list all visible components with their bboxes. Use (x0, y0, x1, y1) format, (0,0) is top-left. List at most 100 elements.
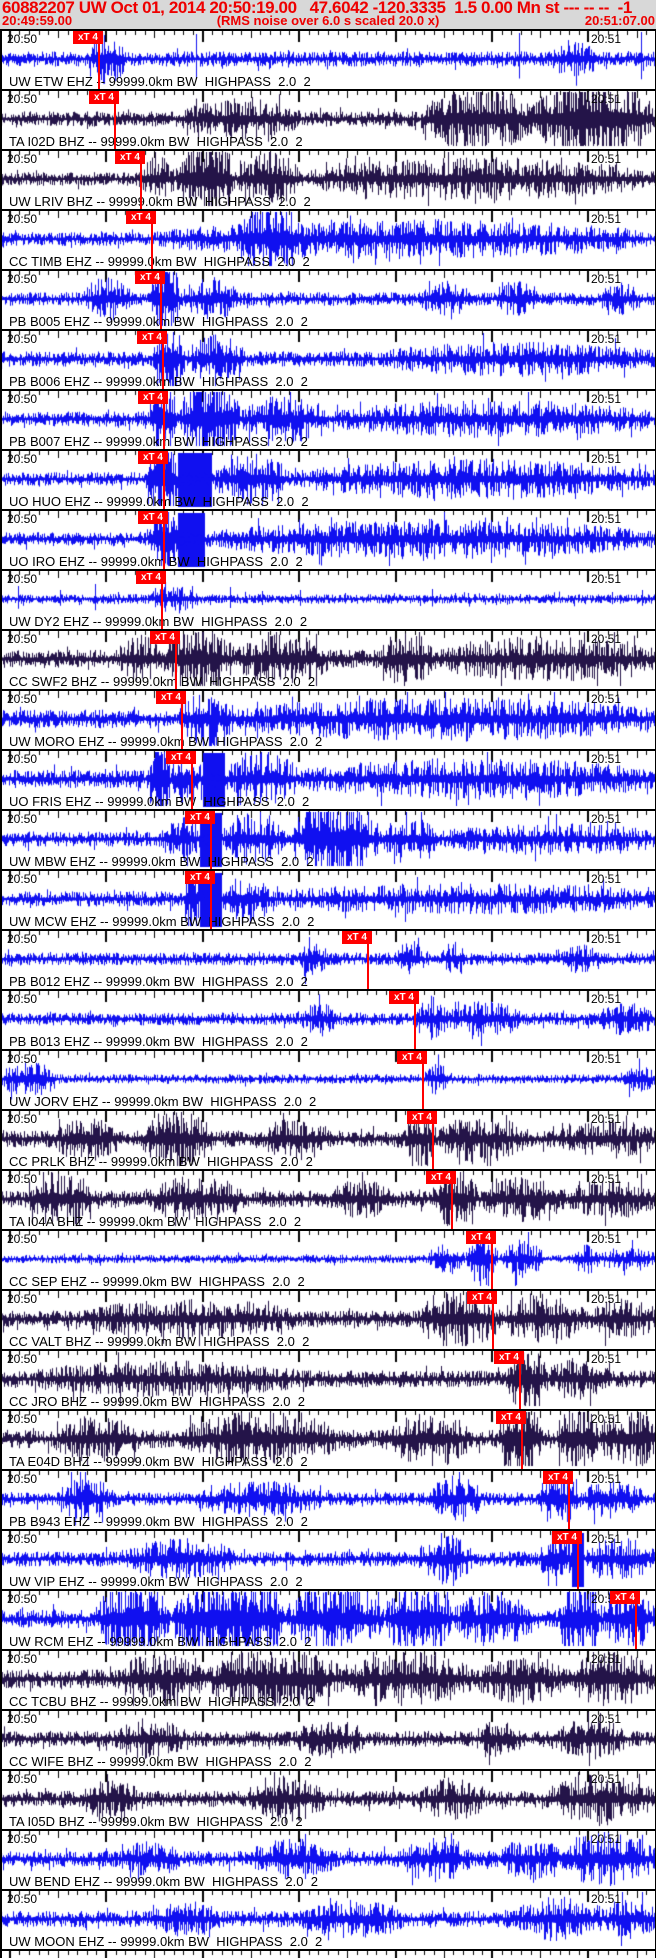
ruler-left-time-label: 20:50 (7, 512, 38, 526)
ruler-right-time-label: 20:51 (591, 1352, 622, 1366)
pick-flag[interactable]: xT 4 (466, 1231, 496, 1244)
trace-panel: 20:50 20:51 CC SEP EHZ -- 99999.0km BW H… (0, 1229, 656, 1289)
trace-panel: 20:50 20:51 UO HUO EHZ -- 99999.0km BW H… (0, 449, 656, 509)
trace-panel: 20:50 20:51 UO IRO EHZ -- 99999.0km BW H… (0, 509, 656, 569)
trace-label: PB B012 EHZ -- 99999.0km BW HIGHPASS 2.0… (9, 974, 308, 989)
ruler-left-time-label: 20:50 (7, 152, 38, 166)
ruler-left-time-label: 20:50 (7, 572, 38, 586)
trace-panel: 20:50 20:51 TA I02D BHZ -- 99999.0km BW … (0, 89, 656, 149)
pick-flag[interactable]: xT 4 (138, 391, 168, 404)
trace-label: CC WIFE BHZ -- 99999.0km BW HIGHPASS 2.0… (9, 1754, 312, 1769)
ruler-left-time-label: 20:50 (7, 812, 38, 826)
trace-label: UW MORO EHZ -- 99999.0km BW HIGHPASS 2.0… (9, 734, 323, 749)
ruler-left-time-label: 20:50 (7, 1052, 38, 1066)
pick-flag[interactable]: xT 4 (89, 91, 119, 104)
ruler-left-time-label: 20:50 (7, 1112, 38, 1126)
trace-panel: 20:50 20:51 CC PRLK BHZ -- 99999.0km BW … (0, 1109, 656, 1169)
ruler-right-time-label: 20:51 (591, 1112, 622, 1126)
trace-panel: 20:50 20:51 UW RCM EHZ -- 99999.0km BW H… (0, 1589, 656, 1649)
trace-label: CC JRO BHZ -- 99999.0km BW HIGHPASS 2.0 … (9, 1394, 305, 1409)
ruler-right-time-label: 20:51 (591, 512, 622, 526)
ruler-left-time-label: 20:50 (7, 1532, 38, 1546)
ruler-left-time-label: 20:50 (7, 992, 38, 1006)
ruler-left-time-label: 20:50 (7, 1652, 38, 1666)
trace-panel: 20:50 20:51 TA I05D BHZ -- 99999.0km BW … (0, 1769, 656, 1829)
ruler-left-time-label: 20:50 (7, 1292, 38, 1306)
trace-panel: 20:50 20:51 CC WIFE BHZ -- 99999.0km BW … (0, 1709, 656, 1769)
trace-label: UW MOON EHZ -- 99999.0km BW HIGHPASS 2.0… (9, 1934, 323, 1949)
trace-panel: 20:50 20:51 PB B943 EHZ -- 99999.0km BW … (0, 1469, 656, 1529)
trace-panel: 20:50 20:51 CC TCBU BHZ -- 99999.0km BW … (0, 1649, 656, 1709)
pick-flag[interactable]: xT 4 (138, 451, 168, 464)
pick-flag[interactable]: xT 4 (150, 631, 180, 644)
pick-flag[interactable]: xT 4 (397, 1051, 427, 1064)
ruler-right-time-label: 20:51 (591, 1472, 622, 1486)
pick-flag[interactable]: xT 4 (610, 1591, 640, 1604)
trace-label: CC SWF2 BHZ -- 99999.0km BW HIGHPASS 2.0… (9, 674, 316, 689)
pick-flag[interactable]: xT 4 (494, 1351, 524, 1364)
trace-panel: 20:50 20:51 CC JRO BHZ -- 99999.0km BW H… (0, 1349, 656, 1409)
trace-label: CC VALT BHZ -- 99999.0km BW HIGHPASS 2.0… (9, 1334, 310, 1349)
trace-panel: 20:50 20:51 UW MORO EHZ -- 99999.0km BW … (0, 689, 656, 749)
window-end-time: 20:51:07.00 (584, 13, 655, 28)
ruler-right-time-label: 20:51 (591, 332, 622, 346)
trace-panels: 20:50 20:51 UW ETW EHZ -- 99999.0km BW H… (0, 29, 656, 1958)
pick-flag[interactable]: xT 4 (135, 271, 165, 284)
trace-label: UW LRIV BHZ -- 99999.0km BW HIGHPASS 2.0… (9, 194, 311, 209)
ruler-left-time-label: 20:50 (7, 1412, 38, 1426)
waveform-canvas[interactable] (0, 1951, 656, 1958)
ruler-right-time-label: 20:51 (591, 692, 622, 706)
trace-label: PB B005 EHZ -- 99999.0km BW HIGHPASS 2.0… (9, 314, 308, 329)
ruler-right-time-label: 20:51 (591, 1052, 622, 1066)
ruler-right-time-label: 20:51 (591, 1892, 622, 1906)
pick-flag[interactable]: xT 4 (137, 331, 167, 344)
pick-flag[interactable]: xT 4 (407, 1111, 437, 1124)
trace-panel: 20:50 20:51 PB B006 EHZ -- 99999.0km BW … (0, 329, 656, 389)
trace-panel: 20:50 20:51 UW DY2 EHZ -- 99999.0km BW H… (0, 569, 656, 629)
pick-flag[interactable]: xT 4 (136, 571, 166, 584)
ruler-right-time-label: 20:51 (591, 572, 622, 586)
ruler-right-time-label: 20:51 (591, 1412, 622, 1426)
ruler-left-time-label: 20:50 (7, 752, 38, 766)
pick-flag[interactable]: xT 4 (342, 931, 372, 944)
ruler-right-time-label: 20:51 (591, 392, 622, 406)
trace-label: UO IRO EHZ -- 99999.0km BW HIGHPASS 2.0 … (9, 554, 303, 569)
trace-panel: 20:50 20:51 UW BEND EHZ -- 99999.0km BW … (0, 1829, 656, 1889)
pick-flag[interactable]: xT 4 (552, 1531, 582, 1544)
rms-scale-note: (RMS noise over 6.0 s scaled 20.0 x) (216, 13, 440, 28)
trace-label: UW RCM EHZ -- 99999.0km BW HIGHPASS 2.0 … (9, 1634, 312, 1649)
ruler-left-time-label: 20:50 (7, 1232, 38, 1246)
pick-flag[interactable]: xT 4 (166, 751, 196, 764)
pick-flag[interactable]: xT 4 (185, 811, 215, 824)
ruler-left-time-label: 20:50 (7, 932, 38, 946)
pick-flag[interactable]: xT 4 (467, 1291, 497, 1304)
trace-label: CC TCBU BHZ -- 99999.0km BW HIGHPASS 2.0… (9, 1694, 315, 1709)
ruler-left-time-label: 20:50 (7, 392, 38, 406)
trace-panel: 20:50 20:51 UW MCW EHZ -- 99999.0km BW H… (0, 869, 656, 929)
trace-label: UW JORV EHZ -- 99999.0km BW HIGHPASS 2.0… (9, 1094, 317, 1109)
trace-panel: 20:50 20:51 CC SWF2 BHZ -- 99999.0km BW … (0, 629, 656, 689)
pick-flag[interactable]: xT 4 (543, 1471, 573, 1484)
trace-label: PB B013 EHZ -- 99999.0km BW HIGHPASS 2.0… (9, 1034, 308, 1049)
trace-panel: 20:50 20:51 UO FRIS EHZ -- 99999.0km BW … (0, 749, 656, 809)
trace-panel: 20:50 20:51 CC TIMB EHZ -- 99999.0km BW … (0, 209, 656, 269)
pick-flag[interactable]: xT 4 (115, 151, 145, 164)
pick-flag[interactable]: xT 4 (156, 691, 186, 704)
pick-flag[interactable]: xT 4 (73, 31, 103, 44)
ruler-right-time-label: 20:51 (591, 872, 622, 886)
ruler-right-time-label: 20:51 (591, 1772, 622, 1786)
pick-flag[interactable]: xT 4 (496, 1411, 526, 1424)
trace-label: TA I05D BHZ -- 99999.0km BW HIGHPASS 2.0… (9, 1814, 303, 1829)
pick-flag[interactable]: xT 4 (389, 991, 419, 1004)
ruler-right-time-label: 20:51 (591, 1532, 622, 1546)
ruler-right-time-label: 20:51 (591, 1712, 622, 1726)
ruler-right-time-label: 20:51 (591, 1832, 622, 1846)
trace-panel: 20:50 20:51 UW LRIV BHZ -- 99999.0km BW … (0, 149, 656, 209)
ruler-left-time-label: 20:50 (7, 1892, 38, 1906)
ruler-right-time-label: 20:51 (591, 32, 622, 46)
pick-flag[interactable]: xT 4 (185, 871, 215, 884)
pick-flag[interactable]: xT 4 (138, 511, 168, 524)
pick-flag[interactable]: xT 4 (126, 211, 156, 224)
trace-label: PB B943 EHZ -- 99999.0km BW HIGHPASS 2.0… (9, 1514, 308, 1529)
pick-flag[interactable]: xT 4 (426, 1171, 456, 1184)
